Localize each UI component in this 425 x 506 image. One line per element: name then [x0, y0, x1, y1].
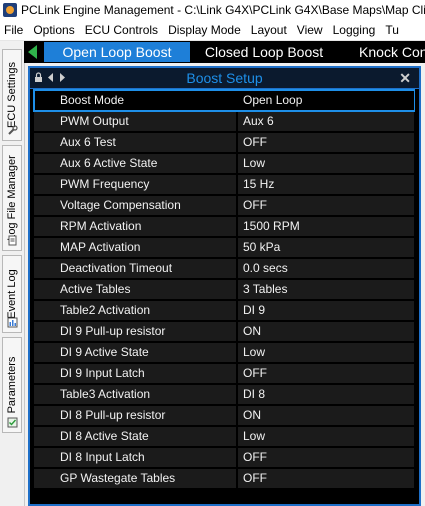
side-tab-label: Parameters — [6, 356, 18, 414]
title-bar: PCLink Engine Management - C:\Link G4X\P… — [0, 0, 425, 20]
setting-name: Aux 6 Test — [34, 133, 236, 152]
setting-row-aux6-test[interactable]: Aux 6 Test OFF — [34, 132, 415, 153]
tab-closed-loop-boost[interactable]: Closed Loop Boost — [190, 42, 338, 62]
setting-row-rpm-activation[interactable]: RPM Activation 1500 RPM — [34, 216, 415, 237]
setting-value[interactable]: OFF — [238, 133, 414, 152]
side-tab-ecu-settings[interactable]: ECU Settings — [2, 49, 22, 141]
side-tab-log-file-manager[interactable]: Log File Manager — [2, 145, 22, 251]
window-title: PCLink Engine Management - C:\Link G4X\P… — [21, 3, 425, 17]
side-tab-label: Log File Manager — [6, 155, 18, 241]
setting-name: Table3 Activation — [34, 385, 236, 404]
setting-name: RPM Activation — [34, 217, 236, 236]
setting-name: DI 9 Active State — [34, 343, 236, 362]
setting-name: DI 8 Active State — [34, 427, 236, 446]
setting-value[interactable]: OFF — [238, 196, 414, 215]
side-tab-bar: ECU Settings Log File Manager Event Log … — [0, 41, 25, 506]
setting-value[interactable]: Low — [238, 154, 414, 173]
settings-list: Boost Mode Open Loop PWM Output Aux 6 Aux … — [33, 89, 416, 489]
setting-row-di8-input-latch[interactable]: DI 8 Input Latch OFF — [34, 447, 415, 468]
setting-row-di9-input-latch[interactable]: DI 9 Input Latch OFF — [34, 363, 415, 384]
scroll-left-arrow-icon[interactable] — [28, 45, 37, 59]
setting-value[interactable]: 50 kPa — [238, 238, 414, 257]
setting-row-deactivation-timeout[interactable]: Deactivation Timeout 0.0 secs — [34, 258, 415, 279]
setting-value[interactable]: Low — [238, 343, 414, 362]
menu-display-mode[interactable]: Display Mode — [164, 23, 247, 37]
setting-row-di8-active-state[interactable]: DI 8 Active State Low — [34, 426, 415, 447]
setting-value[interactable]: Aux 6 — [238, 112, 414, 131]
setting-value[interactable]: DI 8 — [238, 385, 414, 404]
setting-name: PWM Output — [34, 112, 236, 131]
wrench-icon — [8, 125, 18, 135]
setting-value[interactable]: OFF — [238, 364, 414, 383]
setting-name: DI 8 Pull-up resistor — [34, 406, 236, 425]
setting-row-di9-active-state[interactable]: DI 9 Active State Low — [34, 342, 415, 363]
setting-value[interactable]: 0.0 secs — [238, 259, 414, 278]
menu-logging[interactable]: Logging — [329, 23, 382, 37]
menu-bar: File Options ECU Controls Display Mode L… — [0, 20, 425, 41]
setting-name: Active Tables — [34, 280, 236, 299]
setting-name: Table2 Activation — [34, 301, 236, 320]
menu-ecu-controls[interactable]: ECU Controls — [81, 23, 164, 37]
setting-name: Aux 6 Active State — [34, 154, 236, 173]
setting-value[interactable]: 1500 RPM — [238, 217, 414, 236]
close-icon[interactable]: ✕ — [399, 70, 411, 86]
setting-row-di8-pullup[interactable]: DI 8 Pull-up resistor ON — [34, 405, 415, 426]
setting-row-gp-wastegate-tables[interactable]: GP Wastegate Tables OFF — [34, 468, 415, 489]
menu-tu[interactable]: Tu — [381, 23, 405, 37]
setting-value[interactable]: Open Loop — [238, 91, 414, 110]
side-tab-label: ECU Settings — [6, 61, 18, 129]
tab-knock-control[interactable]: Knock Control — [338, 42, 425, 62]
tab-open-loop-boost[interactable]: Open Loop Boost — [44, 42, 190, 62]
setting-name: Boost Mode — [34, 91, 236, 110]
panel-scrollbar[interactable] — [415, 89, 419, 504]
setting-value[interactable]: ON — [238, 406, 414, 425]
setting-name: MAP Activation — [34, 238, 236, 257]
side-tab-label: Event Log — [6, 269, 18, 319]
side-tab-event-log[interactable]: Event Log — [2, 255, 22, 333]
side-tab-parameters[interactable]: Parameters — [2, 337, 22, 433]
menu-view[interactable]: View — [293, 23, 329, 37]
chart-icon — [7, 317, 18, 328]
panel-title: Boost Setup — [186, 70, 263, 86]
setting-row-voltage-compensation[interactable]: Voltage Compensation OFF — [34, 195, 415, 216]
setting-name: DI 8 Input Latch — [34, 448, 236, 467]
setting-value[interactable]: OFF — [238, 469, 414, 488]
menu-layout[interactable]: Layout — [247, 23, 293, 37]
setting-value[interactable]: DI 9 — [238, 301, 414, 320]
panel-header: Boost Setup ✕ — [30, 68, 419, 89]
document-icon — [8, 235, 17, 246]
setting-name: PWM Frequency — [34, 175, 236, 194]
setting-row-table2-activation[interactable]: Table2 Activation DI 9 — [34, 300, 415, 321]
setting-name: GP Wastegate Tables — [34, 469, 236, 488]
setting-value[interactable]: OFF — [238, 448, 414, 467]
setting-row-table3-activation[interactable]: Table3 Activation DI 8 — [34, 384, 415, 405]
setting-value[interactable]: Low — [238, 427, 414, 446]
setting-row-di9-pullup[interactable]: DI 9 Pull-up resistor ON — [34, 321, 415, 342]
setting-name: Deactivation Timeout — [34, 259, 236, 278]
setting-name: Voltage Compensation — [34, 196, 236, 215]
setting-row-active-tables[interactable]: Active Tables 3 Tables — [34, 279, 415, 300]
setting-row-pwm-frequency[interactable]: PWM Frequency 15 Hz — [34, 174, 415, 195]
setting-name: DI 9 Input Latch — [34, 364, 236, 383]
setting-value[interactable]: 15 Hz — [238, 175, 414, 194]
setting-row-pwm-output[interactable]: PWM Output Aux 6 — [34, 111, 415, 132]
menu-options[interactable]: Options — [29, 23, 80, 37]
setting-row-boost-mode[interactable]: Boost Mode Open Loop — [33, 89, 416, 112]
parameters-icon — [7, 417, 18, 428]
setting-row-map-activation[interactable]: MAP Activation 50 kPa — [34, 237, 415, 258]
pclink-app-icon — [3, 3, 17, 17]
setting-row-aux6-active-state[interactable]: Aux 6 Active State Low — [34, 153, 415, 174]
setting-value[interactable]: ON — [238, 322, 414, 341]
setting-value[interactable]: 3 Tables — [238, 280, 414, 299]
menu-file[interactable]: File — [0, 23, 29, 37]
map-tab-strip: Open Loop Boost Closed Loop Boost Knock … — [24, 41, 425, 63]
setting-name: DI 9 Pull-up resistor — [34, 322, 236, 341]
boost-setup-panel: Boost Setup ✕ Boost Mode Open Loop PWM Ou… — [28, 66, 421, 506]
